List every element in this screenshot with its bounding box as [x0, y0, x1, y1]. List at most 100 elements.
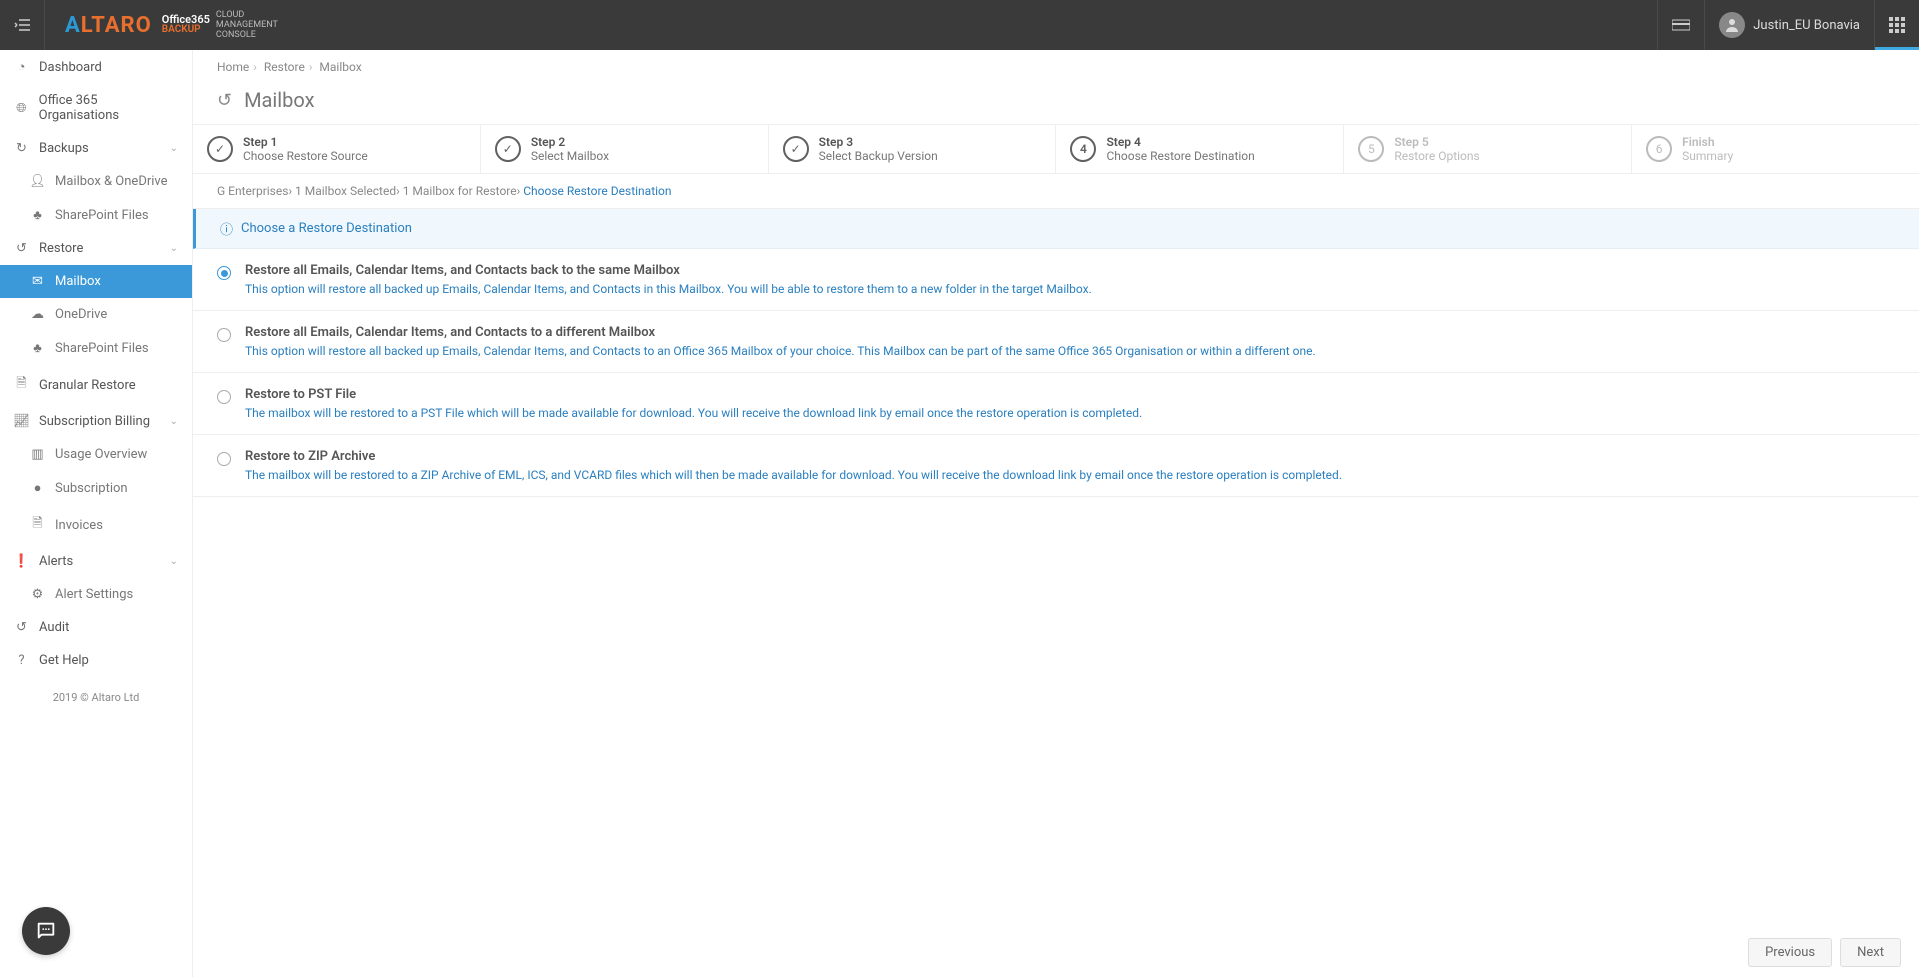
top-bar: ALTARO Office365 BACKUP CLOUD MANAGEMENT…: [0, 0, 1919, 50]
context-selected[interactable]: 1 Mailbox Selected: [295, 184, 396, 198]
wallet-icon: [1672, 18, 1690, 32]
brand-text: ALTARO: [65, 13, 152, 38]
option-desc: The mailbox will be restored to a PST Fi…: [245, 406, 1142, 420]
sidebar-item-restore-sharepoint[interactable]: ♣︎SharePoint Files: [0, 331, 192, 365]
wizard-step-title: Step 5: [1394, 135, 1479, 149]
chevron-down-icon: ⌄: [170, 143, 178, 154]
wizard-step-sub: Choose Restore Source: [243, 149, 368, 163]
restore-options: Restore all Emails, Calendar Items, and …: [193, 249, 1919, 928]
sidebar-footer: 2019 © Altaro Ltd: [0, 677, 192, 718]
sidebar-item-subscription[interactable]: ● Subscription: [0, 471, 192, 505]
sidebar-item-restore-mailbox[interactable]: ✉Mailbox: [0, 265, 192, 298]
wizard-step-3[interactable]: Step 3Select Backup Version: [769, 125, 1057, 173]
chat-button[interactable]: [22, 907, 70, 955]
wizard-step-sub: Restore Options: [1394, 149, 1479, 163]
sidebar-item-granular[interactable]: 🗎Granular Restore: [0, 365, 192, 405]
sidebar-item-billing[interactable]: 📈︎ Subscription Billing ⌄: [0, 405, 192, 438]
wizard-step-sub: Select Backup Version: [819, 149, 938, 163]
breadcrumb: Home› Restore› Mailbox: [193, 50, 1919, 84]
refresh-icon: ↻: [14, 141, 29, 156]
info-banner-text: Choose a Restore Destination: [241, 221, 412, 236]
wizard-step-2[interactable]: Step 2Select Mailbox: [481, 125, 769, 173]
chevron-down-icon: ⌄: [170, 243, 178, 254]
sidebar-item-backups-mailbox[interactable]: 👤︎Mailbox & OneDrive: [0, 165, 192, 198]
check-icon: [783, 136, 809, 162]
chevron-down-icon: ⌄: [170, 416, 178, 427]
product-sub1: CLOUD: [216, 10, 278, 20]
option-title: Restore all Emails, Calendar Items, and …: [245, 325, 1316, 340]
option-title: Restore to PST File: [245, 387, 1142, 402]
sidebar-item-restore-onedrive[interactable]: ☁OneDrive: [0, 298, 192, 331]
radio-icon: [217, 328, 231, 342]
header-user-menu[interactable]: Justin_EU Bonavia: [1704, 0, 1874, 50]
breadcrumb-home[interactable]: Home: [217, 60, 249, 74]
question-icon: ?: [14, 653, 29, 668]
context-for-restore[interactable]: 1 Mailbox for Restore: [403, 184, 517, 198]
file-text-icon: 🗎: [30, 514, 45, 536]
sidebar-item-help[interactable]: ? Get Help: [0, 644, 192, 677]
info-icon: ⓘ: [220, 219, 233, 238]
chart-icon: 📈︎: [14, 414, 29, 429]
step-number: 5: [1358, 136, 1384, 162]
dot-icon: ●: [30, 480, 45, 496]
wizard-step-5: 5 Step 5Restore Options: [1344, 125, 1632, 173]
sidebar-item-usage[interactable]: ▥ Usage Overview: [0, 438, 192, 471]
sidebar-item-label: Invoices: [55, 518, 103, 533]
option-desc: This option will restore all backed up E…: [245, 282, 1092, 296]
product-sub2: MANAGEMENT: [216, 20, 278, 30]
radio-icon: [217, 266, 231, 280]
sidebar-item-label: Backups: [39, 141, 89, 156]
option-zip[interactable]: Restore to ZIP ArchiveThe mailbox will b…: [193, 435, 1919, 497]
sidebar-item-invoices[interactable]: 🗎 Invoices: [0, 505, 192, 545]
wizard-step-1[interactable]: Step 1Choose Restore Source: [193, 125, 481, 173]
bar-chart-icon: ▥: [30, 447, 45, 462]
wizard-step-sub: Summary: [1682, 149, 1733, 163]
sidebar-item-label: Usage Overview: [55, 447, 147, 462]
globe-icon: 🌐︎: [14, 101, 29, 116]
sidebar-item-alerts[interactable]: ❗Alerts⌄: [0, 545, 192, 578]
sidebar-item-audit[interactable]: ↺Audit: [0, 611, 192, 644]
breadcrumb-restore[interactable]: Restore: [264, 60, 305, 74]
sidebar-item-backups[interactable]: ↻ Backups ⌄: [0, 132, 192, 165]
sidebar: ◔ Dashboard 🌐︎Office 365 Organisations ↻ B…: [0, 50, 193, 977]
alert-icon: ❗: [14, 554, 29, 569]
header-apps-button[interactable]: [1874, 0, 1919, 50]
sidebar-item-label: Subscription: [55, 481, 128, 496]
file-icon: 🗎: [14, 374, 29, 396]
page-title: ↺ Mailbox: [193, 84, 1919, 124]
gauge-icon: ◔: [14, 59, 29, 75]
sidebar-item-label: Subscription Billing: [39, 414, 150, 429]
option-title: Restore to ZIP Archive: [245, 449, 1342, 464]
wizard-step-title: Finish: [1682, 135, 1733, 149]
wizard-footer: Previous Next: [193, 928, 1919, 977]
step-number: 6: [1646, 136, 1672, 162]
sidebar-item-backups-sharepoint[interactable]: ♣︎SharePoint Files: [0, 198, 192, 232]
undo-icon: ↺: [14, 241, 29, 256]
radio-icon: [217, 390, 231, 404]
sidebar-item-label: SharePoint Files: [55, 208, 149, 223]
sidebar-item-organisations[interactable]: 🌐︎Office 365 Organisations: [0, 84, 192, 132]
page-title-text: Mailbox: [244, 88, 314, 112]
header-wallet-button[interactable]: [1657, 0, 1704, 50]
wizard-step-title: Step 1: [243, 135, 368, 149]
wizard-step-4[interactable]: 4Step 4Choose Restore Destination: [1056, 125, 1344, 173]
sidebar-item-label: Get Help: [39, 653, 89, 668]
sidebar-item-label: Dashboard: [39, 60, 102, 75]
context-org[interactable]: G Enterprises: [217, 184, 288, 198]
sidebar-item-label: Mailbox & OneDrive: [55, 174, 168, 189]
option-pst[interactable]: Restore to PST File The mailbox will be r…: [193, 373, 1919, 435]
apps-grid-icon: [1889, 17, 1905, 33]
previous-button[interactable]: Previous: [1748, 938, 1832, 967]
sidebar-item-restore[interactable]: ↺Restore⌄: [0, 232, 192, 265]
product-line2: BACKUP: [162, 25, 210, 35]
option-same-mailbox[interactable]: Restore all Emails, Calendar Items, and …: [193, 249, 1919, 311]
info-banner: ⓘ Choose a Restore Destination: [193, 209, 1919, 249]
logo: ALTARO Office365 BACKUP CLOUD MANAGEMENT…: [45, 10, 298, 40]
product-sub3: CONSOLE: [216, 30, 278, 40]
sidebar-item-alert-settings[interactable]: ⚙Alert Settings: [0, 578, 192, 611]
next-button[interactable]: Next: [1840, 938, 1901, 967]
sidebar-item-dashboard[interactable]: ◔ Dashboard: [0, 50, 192, 84]
undo-icon: ↺: [217, 90, 232, 111]
menu-toggle-button[interactable]: [0, 0, 45, 50]
option-different-mailbox[interactable]: Restore all Emails, Calendar Items, and …: [193, 311, 1919, 373]
